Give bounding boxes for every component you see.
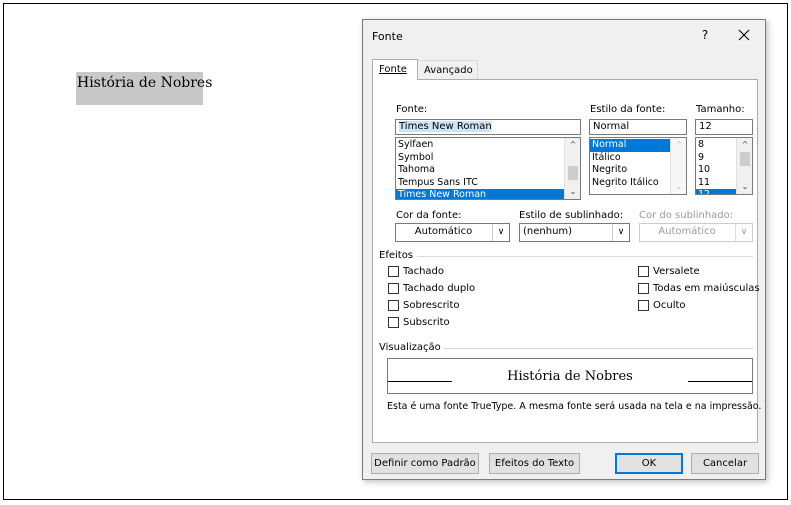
scroll-thumb[interactable] (740, 152, 750, 166)
dialog-title: Fonte (372, 30, 403, 43)
preview-divider (443, 348, 753, 349)
style-list-scrollbar[interactable]: ^ ⌄ (670, 138, 686, 194)
checkbox-subscrito[interactable]: Subscrito (388, 317, 450, 328)
checkbox-box[interactable] (638, 266, 649, 277)
font-list-item-selected[interactable]: Times New Roman (396, 189, 564, 199)
size-list-item-selected[interactable]: 12 (696, 189, 736, 194)
font-color-value: Automático (414, 226, 473, 237)
cancel-button[interactable]: Cancelar (691, 453, 759, 474)
close-button[interactable] (734, 25, 754, 45)
tab-avancado-label: Avançado (424, 65, 473, 76)
style-label: Estilo da fonte: (590, 104, 666, 115)
selected-document-text[interactable]: História de Nobres (76, 72, 212, 105)
checkbox-versalete[interactable]: Versalete (638, 266, 700, 277)
checkbox-box[interactable] (388, 300, 399, 311)
scroll-down-icon[interactable]: ⌄ (671, 180, 686, 194)
font-list-item[interactable]: Tahoma (396, 164, 580, 177)
style-input[interactable]: Normal (589, 119, 687, 135)
help-button[interactable]: ? (696, 26, 714, 44)
checkbox-label: Tachado duplo (403, 283, 476, 294)
font-dialog: Fonte ? Fonte Avançado Fonte: Times New … (362, 19, 766, 480)
checkbox-tachado-duplo[interactable]: Tachado duplo (388, 283, 475, 294)
font-input-value: Times New Roman (399, 121, 492, 132)
font-list-item[interactable]: Symbol (396, 152, 580, 165)
checkbox-box[interactable] (388, 283, 399, 294)
size-list-scrollbar[interactable]: ^ ⌄ (736, 138, 752, 194)
scroll-down-icon[interactable]: ⌄ (737, 180, 752, 194)
chevron-down-icon[interactable]: ∨ (492, 224, 509, 241)
tab-fonte-label: Fonte (379, 64, 407, 75)
checkbox-label: Oculto (653, 300, 686, 311)
scroll-up-icon[interactable]: ^ (671, 138, 686, 152)
font-input[interactable]: Times New Roman (395, 119, 581, 135)
font-listbox[interactable]: Sylfaen Symbol Tahoma Tempus Sans ITC Ti… (395, 137, 581, 200)
checkbox-todas-maiusculas[interactable]: Todas em maiúsculas (638, 283, 760, 294)
style-listbox[interactable]: Normal Itálico Negrito Negrito Itálico ^… (589, 137, 687, 195)
set-default-button[interactable]: Definir como Padrão (371, 453, 479, 474)
checkbox-label: Tachado (403, 266, 445, 277)
checkbox-tachado[interactable]: Tachado (388, 266, 444, 277)
underline-style-label: Estilo de sublinhado: (519, 210, 624, 221)
size-input[interactable]: 12 (695, 119, 753, 135)
effects-divider (417, 256, 753, 257)
effects-header: Efeitos (379, 250, 414, 261)
truetype-note: Esta é uma fonte TrueType. A mesma fonte… (387, 401, 762, 412)
scroll-up-icon[interactable]: ^ (737, 138, 752, 152)
font-list-scrollbar[interactable]: ^ ⌄ (564, 138, 580, 199)
size-listbox[interactable]: 8 9 10 11 12 ^ ⌄ (695, 137, 753, 195)
underline-color-value: Automático (658, 226, 716, 237)
chevron-down-icon: ∨ (735, 224, 752, 241)
checkbox-box[interactable] (388, 317, 399, 328)
checkbox-label: Todas em maiúsculas (653, 283, 760, 294)
tab-fonte[interactable]: Fonte (372, 59, 418, 80)
font-list-item[interactable]: Tempus Sans ITC (396, 177, 580, 190)
underline-style-value: (nenhum) (523, 226, 573, 237)
preview-baseline-right (688, 381, 752, 382)
preview-header: Visualização (379, 342, 441, 353)
underline-color-label: Cor do sublinhado: (639, 210, 734, 221)
scroll-thumb[interactable] (568, 166, 578, 180)
checkbox-sobrescrito[interactable]: Sobrescrito (388, 300, 460, 311)
checkbox-box[interactable] (388, 266, 399, 277)
checkbox-oculto[interactable]: Oculto (638, 300, 686, 311)
tab-avancado[interactable]: Avançado (418, 60, 478, 80)
underline-color-select: Automático ∨ (639, 223, 753, 242)
checkbox-box[interactable] (638, 300, 649, 311)
preview-box: História de Nobres (387, 358, 753, 394)
size-label: Tamanho: (696, 104, 745, 115)
close-icon (738, 29, 750, 41)
font-list-item[interactable]: Sylfaen (396, 139, 580, 152)
checkbox-label: Versalete (653, 266, 700, 277)
checkbox-label: Subscrito (403, 317, 450, 328)
scroll-up-icon[interactable]: ^ (565, 138, 580, 152)
text-effects-button[interactable]: Efeitos do Texto (489, 453, 580, 474)
style-list-item-selected[interactable]: Normal (590, 139, 670, 152)
checkbox-label: Sobrescrito (403, 300, 460, 311)
font-label: Fonte: (396, 104, 428, 115)
underline-style-select[interactable]: (nenhum) ∨ (519, 223, 630, 242)
scroll-down-icon[interactable]: ⌄ (565, 185, 580, 199)
font-color-select[interactable]: Automático ∨ (395, 223, 510, 242)
chevron-down-icon[interactable]: ∨ (612, 224, 629, 241)
font-color-label: Cor da fonte: (396, 210, 462, 221)
ok-button[interactable]: OK (615, 453, 683, 474)
checkbox-box[interactable] (638, 283, 649, 294)
